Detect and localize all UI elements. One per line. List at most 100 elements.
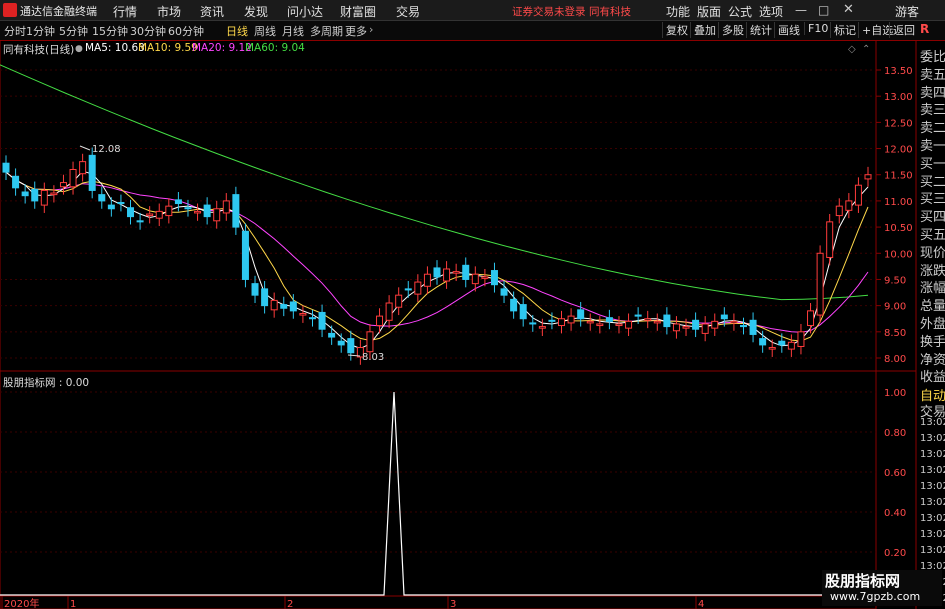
tab-timeframe-daily[interactable]: 日线: [226, 23, 248, 39]
candle-body: [701, 323, 709, 334]
tab-timeframe-monthly[interactable]: 月线: [282, 23, 304, 39]
tab-timeframe-multi[interactable]: 多周期: [310, 23, 343, 39]
date-tick-label: 3: [450, 599, 456, 609]
r-indicator-icon[interactable]: R: [920, 22, 929, 36]
menu-wealth[interactable]: 财富圈: [340, 3, 376, 20]
trade-time: 13:02: [920, 513, 945, 524]
date-axis: 2020年 1 2 3 4: [1, 596, 704, 609]
candle-body: [155, 210, 163, 219]
quote-panel-label: 卖五: [920, 67, 945, 83]
quote-panel-label: 涨幅: [920, 281, 945, 297]
collapse-icon[interactable]: ⌃: [862, 44, 870, 55]
button-f10[interactable]: F10: [804, 22, 828, 35]
price-tick-label: 9.50: [884, 275, 906, 286]
tab-more[interactable]: 更多: [345, 23, 367, 39]
candle-body: [519, 304, 527, 320]
candle-body: [395, 294, 403, 308]
candle-body: [337, 340, 345, 346]
button-back[interactable]: 返回: [889, 22, 915, 38]
menu-discover[interactable]: 发现: [244, 3, 268, 20]
quote-panel-label: 委比: [920, 50, 945, 65]
candle-body: [768, 347, 776, 350]
app-title: 通达信金融终端: [20, 5, 97, 18]
quote-panel-label: 卖四: [920, 85, 945, 101]
price-tick-label: 10.00: [884, 249, 913, 260]
price-tick-label: 12.00: [884, 145, 913, 156]
candle-body: [318, 311, 326, 330]
chart-canvas[interactable]: 12.08 8.03 8.008.509.009.5010.0010.5011.…: [0, 40, 945, 609]
candle-body: [548, 319, 556, 322]
menu-formula[interactable]: 公式: [728, 3, 752, 20]
indicator-tick-label: 0.60: [884, 468, 906, 479]
button-add-watchlist[interactable]: +自选: [858, 22, 893, 38]
menu-ask[interactable]: 问小达: [287, 3, 323, 20]
candle-body: [567, 315, 575, 324]
candle-body: [299, 312, 307, 316]
candle-body: [577, 309, 585, 320]
candle-body: [759, 338, 767, 346]
close-icon[interactable]: ✕: [843, 2, 854, 17]
quote-panel-label: 买一: [920, 156, 945, 172]
candle-body: [184, 207, 192, 210]
candle-body: [241, 230, 249, 280]
menu-layout[interactable]: 版面: [697, 3, 721, 20]
tab-timeframe-1m[interactable]: 1分钟: [26, 23, 55, 39]
price-tick-label: 8.50: [884, 328, 906, 339]
candle-body: [586, 320, 594, 324]
candle-body: [385, 302, 393, 321]
login-notice[interactable]: 证券交易未登录: [512, 4, 586, 19]
tab-timeframe-5m[interactable]: 5分钟: [59, 23, 88, 39]
guest-label[interactable]: 游客: [895, 3, 919, 20]
candle-body: [289, 301, 297, 312]
candle-body: [69, 168, 77, 188]
button-draw[interactable]: 画线: [774, 22, 800, 38]
candle-body: [481, 276, 489, 279]
chart-border: [0, 40, 877, 609]
menu-markets[interactable]: 市场: [157, 3, 181, 20]
candle-body: [21, 191, 29, 197]
candle-body: [261, 288, 269, 307]
trade-time: 13:02: [920, 465, 945, 476]
watermark-title: 股朋指标网: [825, 572, 901, 590]
candle-body: [462, 264, 470, 280]
menu-functions[interactable]: 功能: [666, 3, 690, 20]
button-statistics[interactable]: 统计: [746, 22, 772, 38]
candle-body: [174, 199, 182, 205]
candle-body: [596, 323, 604, 327]
high-annotation-arrow: [79, 145, 91, 151]
candle-body: [414, 281, 422, 295]
date-tick-label: 1: [70, 599, 76, 609]
candle-body: [213, 208, 221, 222]
tab-timeframe-30m[interactable]: 30分钟: [130, 23, 166, 39]
minimize-icon[interactable]: —: [795, 3, 807, 17]
button-mark[interactable]: 标记: [830, 22, 856, 38]
maximize-icon[interactable]: □: [818, 3, 829, 17]
diamond-icon[interactable]: ◇: [848, 44, 856, 55]
candle-body: [98, 194, 106, 202]
candle-body: [854, 184, 862, 206]
quote-panel-label: 外盘: [920, 317, 945, 332]
tab-timeframe-15m[interactable]: 15分钟: [92, 23, 128, 39]
menu-news[interactable]: 资讯: [200, 3, 224, 20]
price-tick-label: 12.50: [884, 118, 913, 129]
ma10-line: [5, 171, 869, 342]
ma20-line: [5, 171, 869, 333]
candle-body: [739, 325, 747, 328]
button-multi-stock[interactable]: 多股: [718, 22, 744, 38]
button-overlay[interactable]: 叠加: [690, 22, 716, 38]
candle-body: [490, 270, 498, 286]
quote-panel-label: 买二: [920, 174, 945, 190]
price-tick-label: 13.00: [884, 92, 913, 103]
tab-timeframe-intraday[interactable]: 分时: [4, 23, 26, 39]
candle-body: [720, 314, 728, 320]
menu-market[interactable]: 行情: [113, 3, 137, 20]
candle-body: [280, 304, 288, 309]
menu-trade[interactable]: 交易: [396, 3, 420, 20]
candle-body: [2, 162, 10, 173]
tab-timeframe-60m[interactable]: 60分钟: [168, 23, 204, 39]
candle-body: [251, 283, 259, 296]
candle-body: [165, 205, 173, 217]
tab-timeframe-weekly[interactable]: 周线: [254, 23, 276, 39]
button-adjust[interactable]: 复权: [662, 22, 688, 38]
menu-options[interactable]: 选项: [759, 3, 783, 20]
